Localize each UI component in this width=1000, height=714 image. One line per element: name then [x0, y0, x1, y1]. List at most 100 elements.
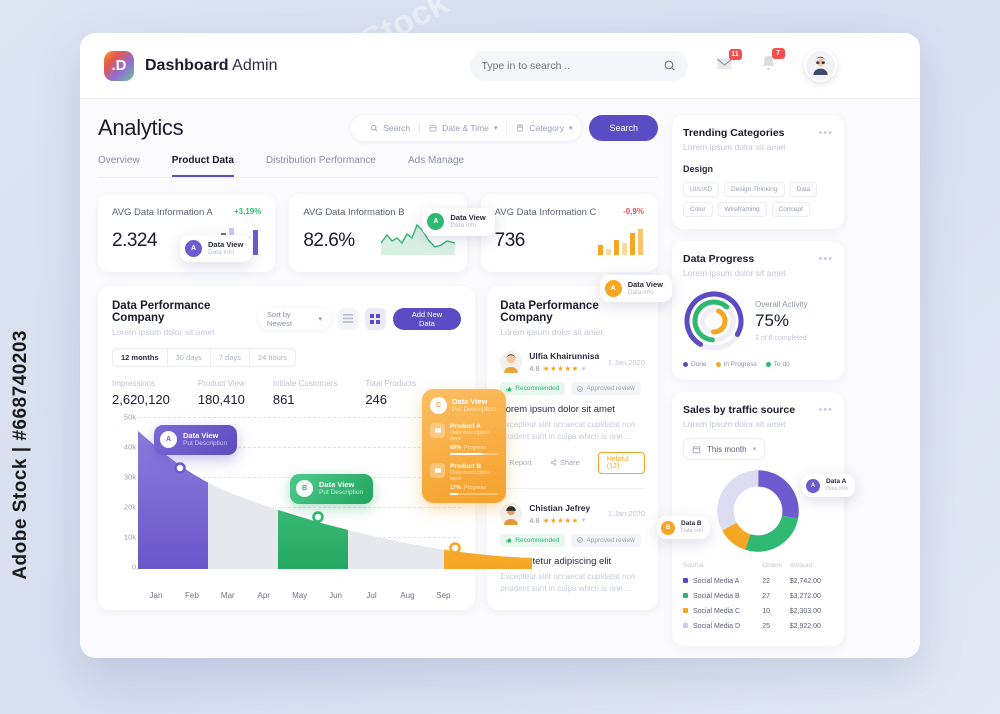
activity-label: Overall Activity	[755, 300, 808, 309]
chart-tooltip-b[interactable]: B Data View Put Description	[290, 474, 374, 504]
kpi-a-tooltip[interactable]: A Data View Data info	[180, 234, 253, 262]
tooltip-badge: A	[185, 239, 202, 257]
notifications-button[interactable]: 7	[761, 48, 785, 76]
chart-point-c[interactable]	[449, 542, 461, 554]
reviews-title: Data Performance Company	[500, 300, 599, 324]
search-button[interactable]: Search	[589, 115, 658, 141]
range-7-days[interactable]: 7 days	[211, 349, 250, 366]
filter-date-label: Date & Time	[442, 123, 489, 133]
kpi-card-b: AVG Data Information B +8,0% 82.6% A Da	[289, 194, 495, 272]
tab-product-data[interactable]: Product Data	[171, 155, 234, 177]
helpful-button[interactable]: Helpful (12)	[597, 451, 645, 474]
cell-amount: $2,742.00	[789, 578, 821, 585]
progress-title: Data Progress	[683, 253, 755, 265]
donut-tooltip-a[interactable]: A Data A Data info	[801, 474, 855, 497]
tooltip-title: Data A	[825, 478, 847, 485]
range-12-months[interactable]: 12 months	[113, 349, 168, 366]
column-amount: Amount	[789, 562, 813, 569]
tooltip-subtitle: Data info	[681, 528, 704, 535]
avatar[interactable]	[803, 49, 837, 82]
filter-category[interactable]: Category ▾	[507, 123, 581, 133]
table-row[interactable]: Social Media B 27 $3,272.00	[683, 589, 833, 604]
review-body: Excepteur sint occaecat cupidatat non pr…	[500, 571, 636, 594]
period-dropdown[interactable]: This month ▾	[683, 438, 766, 460]
tooltip-product-b: Product B Data description here 17% Prog…	[430, 462, 498, 495]
tooltip-title: Data View	[208, 239, 244, 249]
filter-date[interactable]: Date & Time ▾	[420, 123, 506, 133]
y-tick: 10k	[123, 532, 136, 542]
table-row[interactable]: Social Media C 10 $2,303.00	[683, 604, 833, 619]
chart-tooltip-a[interactable]: A Data View Put Description	[154, 425, 238, 455]
list-view-button[interactable]	[337, 307, 359, 330]
reviews-subtitle: Lorem ipsum dolor sit amet	[500, 327, 603, 337]
more-options-icon[interactable]: •••	[818, 404, 833, 416]
chart-point-a[interactable]	[174, 462, 186, 474]
tab-distribution-performance[interactable]: Distribution Performance	[266, 155, 376, 177]
rating-stars: ★★★★★	[542, 515, 579, 525]
chevron-down-icon[interactable]: ▾	[582, 365, 586, 373]
y-tick: 30k	[123, 472, 136, 482]
kpi-card-a: AVG Data Information A +3,19% 2.324 A Da…	[98, 194, 276, 272]
range-30-days[interactable]: 30 days	[168, 349, 211, 366]
progress-legend: Done In Progress To do	[683, 361, 833, 368]
tag-concept[interactable]: Concept	[771, 202, 810, 217]
user-avatar-icon	[812, 56, 828, 75]
top-bar: .D Dashboard Admin 11 7	[80, 33, 920, 99]
tag-color[interactable]: Color	[683, 202, 713, 217]
donut-tooltip-b[interactable]: B Data B Data info	[657, 516, 711, 539]
table-row[interactable]: Social Media D 25 $2,922.00	[683, 619, 833, 634]
tab-ads-manage[interactable]: Ads Manage	[408, 155, 464, 177]
share-icon	[550, 459, 557, 467]
kpi-c-tooltip[interactable]: A Data View Data info	[599, 274, 672, 302]
legend-to-do: To do	[765, 361, 790, 368]
source-color-dot	[683, 608, 688, 613]
legend-done: Done	[683, 361, 707, 368]
x-tick: Jul	[366, 591, 377, 600]
grid-view-button[interactable]	[365, 307, 386, 330]
more-options-icon[interactable]: •••	[818, 253, 833, 265]
chart-y-axis: 50k 40k 30k 20k 10k 0	[112, 413, 138, 572]
period-label: This month	[707, 444, 747, 454]
chart-tooltip-c[interactable]: C Data View Put Description Product A Da…	[422, 389, 506, 503]
tag-recommended: Recommended	[500, 382, 566, 395]
more-options-icon[interactable]: •••	[818, 127, 833, 139]
stat-value: 2,620,120	[112, 392, 170, 407]
chevron-down-icon[interactable]: ▾	[582, 516, 586, 524]
right-sidebar: Trending Categories Lorem ipsum dolor si…	[657, 115, 855, 646]
tab-overview[interactable]: Overview	[98, 155, 140, 177]
share-label: Share	[559, 458, 580, 468]
legend-in-progress: In Progress	[715, 361, 757, 368]
chart-point-b[interactable]	[312, 511, 324, 523]
product-progress-value: 69%	[450, 444, 462, 451]
add-new-data-button[interactable]: Add New Data	[392, 307, 462, 330]
search-input[interactable]	[481, 59, 663, 72]
mail-button[interactable]: 11	[716, 48, 742, 76]
legend-dot	[765, 362, 771, 367]
chevron-down-icon: ▾	[493, 125, 498, 132]
tooltip-title: Data B	[681, 520, 702, 527]
tag-design-thinking[interactable]: Design Thinking	[724, 182, 785, 197]
kpi-b-tooltip[interactable]: A Data View Data info	[422, 208, 495, 236]
table-row[interactable]: Social Media A 22 $2,742.00	[683, 574, 833, 589]
x-tick: Aug	[400, 591, 415, 600]
cell-source: Social Media A	[683, 574, 762, 589]
filter-search[interactable]: Search	[361, 123, 419, 133]
tooltip-badge: B	[661, 520, 675, 535]
tag-data[interactable]: Data	[789, 182, 818, 197]
tag-ui-uxd[interactable]: UI/UXD	[683, 182, 720, 197]
analytics-header: Analytics Search Date & Time ▾ Category …	[98, 115, 658, 141]
stat-label: Product View	[197, 379, 245, 388]
sort-dropdown[interactable]: Sort by Newest ▾	[257, 307, 331, 330]
share-button[interactable]: Share	[550, 458, 580, 467]
x-tick: Sep	[436, 591, 451, 600]
product-progress-label: Progress	[464, 484, 487, 491]
app-window: .D Dashboard Admin 11 7	[80, 33, 920, 658]
kpi-label: AVG Data Information B	[303, 207, 405, 218]
trending-tags: UI/UXD Design Thinking Data Color Wirefr…	[683, 182, 833, 217]
tag-wireframing[interactable]: Wireframing	[717, 202, 767, 217]
cell-source: Social Media C	[683, 604, 762, 619]
tag-label: Recommended	[515, 385, 560, 392]
global-search[interactable]	[469, 50, 688, 81]
range-24-hours[interactable]: 24 hours	[250, 349, 295, 366]
x-tick: Mar	[220, 591, 235, 600]
